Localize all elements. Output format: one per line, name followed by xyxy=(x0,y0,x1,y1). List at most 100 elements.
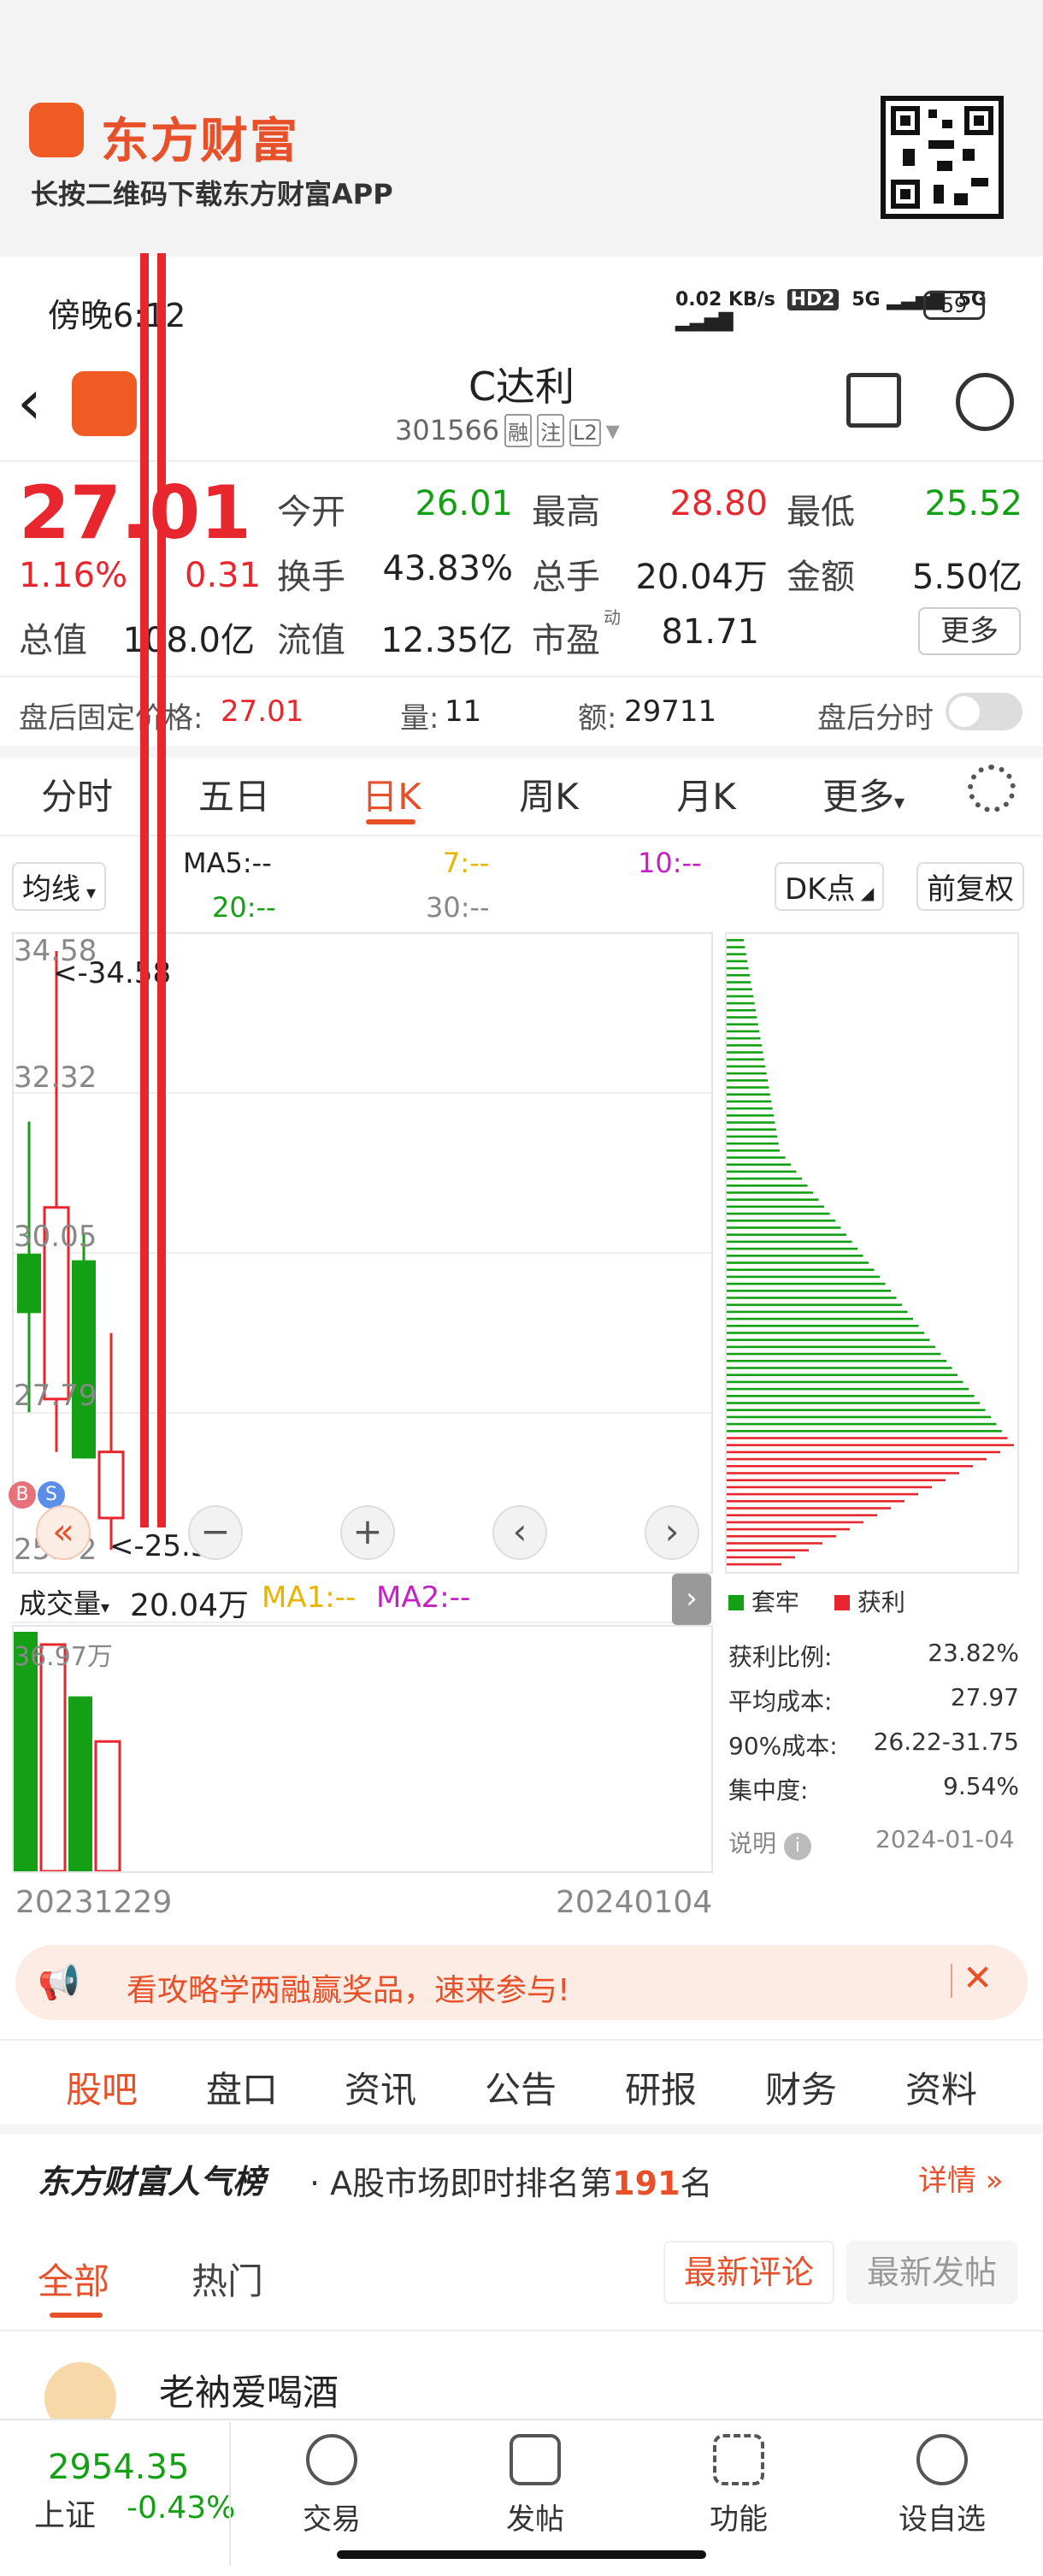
tab-daily-k[interactable]: 日K xyxy=(332,768,451,820)
distribution-bar xyxy=(727,960,748,963)
zoom-in-icon[interactable]: + xyxy=(340,1505,395,1560)
feed-tab-all[interactable]: 全部 xyxy=(38,2253,109,2305)
distribution-bar xyxy=(727,1317,913,1320)
distribution-bar xyxy=(727,1023,758,1025)
feed-divider xyxy=(0,2330,1043,2331)
chevron-down-icon: ▾ xyxy=(101,1597,110,1617)
tab-finance[interactable]: 财务 xyxy=(737,2061,865,2113)
expand-icon[interactable]: › xyxy=(672,1574,711,1625)
distribution-bar xyxy=(727,1507,891,1510)
feed-tab-hot[interactable]: 热门 xyxy=(192,2253,263,2305)
distribution-bar xyxy=(727,1142,779,1145)
tab-news[interactable]: 资讯 xyxy=(316,2061,445,2113)
current-price: 27.01 xyxy=(19,470,252,556)
note-link[interactable]: 说明 i xyxy=(728,1825,811,1860)
distribution-bar xyxy=(727,1247,857,1250)
close-icon[interactable]: ✕ xyxy=(963,1957,993,1999)
quote-divider xyxy=(0,676,1043,677)
tab-more[interactable]: 更多▾ xyxy=(804,768,923,820)
amount-label: 金额 xyxy=(787,558,855,597)
chevron-down-icon[interactable]: ▾ xyxy=(606,414,620,446)
profit-ratio-value: 23.82% xyxy=(928,1639,1019,1667)
tab-research[interactable]: 研报 xyxy=(597,2061,725,2113)
kline-chart[interactable] xyxy=(12,932,713,1574)
volume-value: 20.04万 xyxy=(130,1588,250,1623)
vol-ma2: MA2:-- xyxy=(376,1580,471,1615)
distribution-bar xyxy=(727,1472,959,1474)
distribution-bar xyxy=(727,1332,924,1334)
distribution-bar xyxy=(727,1128,776,1131)
volume-chart[interactable] xyxy=(12,1625,713,1873)
post-icon[interactable] xyxy=(510,2434,561,2485)
turnover-label: 换手 xyxy=(277,558,345,597)
volume-bar[interactable] xyxy=(68,1696,92,1871)
indicator-mode-select[interactable]: 均线 ▾ xyxy=(12,862,107,911)
candle-body[interactable] xyxy=(97,1450,125,1520)
feed-tab-indicator xyxy=(50,2313,103,2318)
distribution-bar xyxy=(727,1093,770,1096)
more-quote-button[interactable]: 更多 xyxy=(918,607,1021,655)
scroll-right-icon[interactable]: › xyxy=(645,1505,699,1560)
signal-5g-icon: 5G xyxy=(851,289,881,310)
candle-body[interactable] xyxy=(72,1260,96,1459)
tab-guba[interactable]: 股吧 xyxy=(38,2061,166,2113)
tab-announcements[interactable]: 公告 xyxy=(457,2061,585,2113)
tab-timeshare[interactable]: 分时 xyxy=(17,768,137,820)
distribution-bar xyxy=(727,1009,756,1012)
stock-code-row[interactable]: 301566 融注 L2 ▾ xyxy=(395,414,620,447)
red-marker-line xyxy=(140,253,149,1527)
chip-distribution-chart[interactable] xyxy=(725,932,1019,1574)
corner-arrow-icon: ◢ xyxy=(855,883,875,903)
share-icon[interactable] xyxy=(846,373,901,428)
tab-monthly-k[interactable]: 月K xyxy=(646,768,766,820)
distribution-bar xyxy=(727,1135,778,1138)
trade-icon[interactable] xyxy=(306,2434,357,2485)
after-hours-amt: 29711 xyxy=(624,694,717,729)
candle-body[interactable] xyxy=(17,1253,41,1314)
after-hours-toggle[interactable] xyxy=(946,693,1022,730)
distribution-bar xyxy=(727,1205,824,1208)
gear-icon[interactable] xyxy=(968,765,1016,812)
after-hours-vol: 11 xyxy=(445,694,482,729)
brand-logo-icon xyxy=(29,103,84,157)
sort-latest-comment[interactable]: 最新评论 xyxy=(663,2241,834,2304)
nav-post[interactable]: 发帖 xyxy=(475,2496,595,2538)
buy-point-icon[interactable]: B xyxy=(9,1481,36,1509)
index-value[interactable]: 2954.35 xyxy=(48,2448,189,2487)
forward-adjust-button[interactable]: 前复权 xyxy=(916,862,1024,911)
dk-point-select[interactable]: DK点 ◢ xyxy=(775,862,885,911)
indicator-mode-label: 均线 xyxy=(22,872,80,907)
ma10-value: 10:-- xyxy=(638,847,702,879)
scroll-start-icon[interactable]: « xyxy=(36,1505,91,1560)
distribution-bar xyxy=(727,1170,797,1173)
watchlist-icon[interactable] xyxy=(916,2434,968,2485)
volume-bar[interactable] xyxy=(94,1740,121,1873)
zoom-out-icon[interactable]: − xyxy=(188,1505,243,1560)
distribution-bar xyxy=(727,1198,819,1201)
turnover-value: 43.83% xyxy=(382,549,513,588)
tab-profile[interactable]: 资料 xyxy=(877,2061,1005,2113)
distribution-bar xyxy=(727,1457,987,1461)
section-gap xyxy=(0,2124,1043,2135)
nav-trade[interactable]: 交易 xyxy=(272,2496,392,2538)
sort-latest-post[interactable]: 最新发帖 xyxy=(846,2241,1017,2304)
distribution-bar xyxy=(727,995,754,998)
distribution-bar xyxy=(727,1486,932,1489)
volume-bar[interactable] xyxy=(39,1643,67,1873)
after-hours-vol-label: 量: xyxy=(400,701,439,736)
tab-five-day[interactable]: 五日 xyxy=(174,768,294,820)
tab-weekly-k[interactable]: 周K xyxy=(489,768,609,820)
functions-icon[interactable] xyxy=(713,2434,764,2485)
distribution-bar xyxy=(727,1072,767,1075)
volume-indicator-select[interactable]: 成交量▾ xyxy=(19,1582,109,1622)
search-icon[interactable] xyxy=(956,373,1014,431)
after-hours-price: 27.01 xyxy=(221,694,304,729)
tab-pankou[interactable]: 盘口 xyxy=(178,2061,306,2113)
rank-detail-link[interactable]: 详情 » xyxy=(918,2157,1004,2199)
scroll-left-icon[interactable]: ‹ xyxy=(492,1505,547,1560)
nav-watchlist[interactable]: 设自选 xyxy=(882,2496,1002,2538)
concentration-label: 集中度: xyxy=(728,1776,809,1805)
nav-functions[interactable]: 功能 xyxy=(679,2496,798,2538)
feed-username[interactable]: 老衲爱喝酒 xyxy=(159,2364,339,2416)
high-value: 28.80 xyxy=(669,484,768,523)
